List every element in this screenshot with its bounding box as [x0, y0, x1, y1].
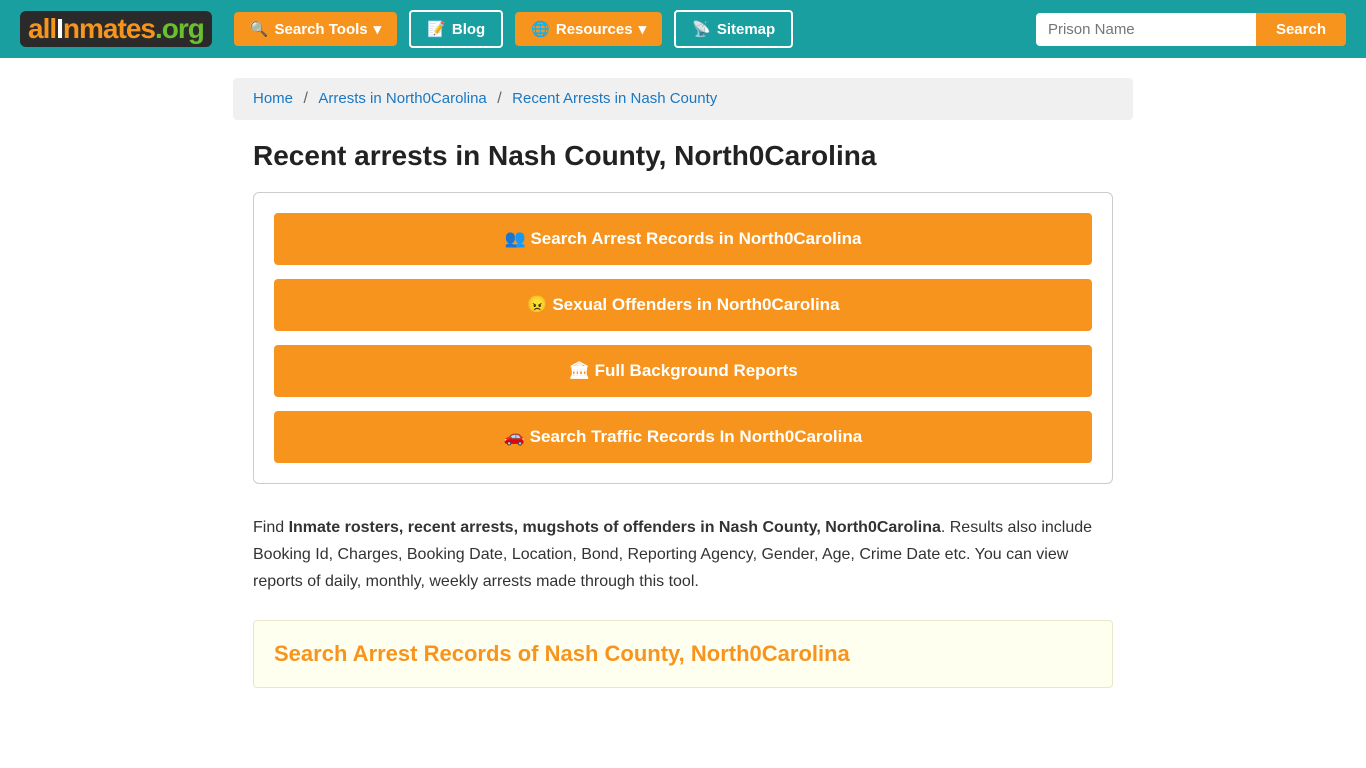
breadcrumb-current: Recent Arrests in Nash County [512, 90, 717, 107]
background-reports-button[interactable]: Full Background Reports [274, 345, 1092, 397]
blog-label: Blog [452, 21, 485, 38]
breadcrumb-home[interactable]: Home [253, 90, 293, 107]
background-reports-label: Full Background Reports [595, 361, 798, 380]
nav-search-tools[interactable]: Search Tools ▾ [234, 12, 397, 46]
site-logo[interactable]: allInmates.org [20, 11, 212, 47]
breadcrumb-sep-2: / [497, 90, 501, 107]
search-tools-dropdown-icon: ▾ [374, 20, 382, 38]
logo-text: allInmates.org [20, 11, 212, 47]
sex-offenders-label: Sexual Offenders in North0Carolina [552, 295, 839, 314]
bg-icon [568, 361, 594, 380]
nav-blog[interactable]: Blog [409, 10, 503, 48]
description-bold: Inmate rosters, recent arrests, mugshots… [289, 519, 941, 536]
prison-search-button[interactable]: Search [1256, 13, 1346, 46]
sex-offenders-button[interactable]: Sexual Offenders in North0Carolina [274, 279, 1092, 331]
arrest-records-label: Search Arrest Records in North0Carolina [530, 229, 861, 248]
search-section-title: Search Arrest Records of Nash County, No… [274, 641, 1092, 667]
sitemap-icon [692, 20, 711, 38]
car-icon [504, 427, 530, 446]
traffic-records-label: Search Traffic Records In North0Carolina [530, 427, 863, 446]
prison-search-label: Search [1276, 21, 1326, 38]
breadcrumb: Home / Arrests in North0Carolina / Recen… [233, 78, 1133, 120]
breadcrumb-nc[interactable]: Arrests in North0Carolina [318, 90, 486, 107]
breadcrumb-sep-1: / [303, 90, 307, 107]
resources-dropdown-icon: ▾ [639, 20, 647, 38]
action-buttons-card: Search Arrest Records in North0Carolina … [253, 192, 1113, 484]
description-intro: Find [253, 519, 289, 536]
search-section: Search Arrest Records of Nash County, No… [253, 620, 1113, 688]
site-header: allInmates.org Search Tools ▾ Blog Resou… [0, 0, 1366, 58]
resources-label: Resources [556, 21, 633, 38]
description-text: Find Inmate rosters, recent arrests, mug… [253, 514, 1113, 596]
blog-icon [427, 20, 446, 38]
sitemap-label: Sitemap [717, 21, 775, 38]
arrest-records-button[interactable]: Search Arrest Records in North0Carolina [274, 213, 1092, 265]
nav-resources[interactable]: Resources ▾ [515, 12, 662, 46]
search-tools-label: Search Tools [275, 21, 368, 38]
prison-search-bar: Search [1036, 13, 1346, 46]
offender-icon [526, 295, 552, 314]
main-content: Recent arrests in Nash County, North0Car… [233, 140, 1133, 728]
traffic-records-button[interactable]: Search Traffic Records In North0Carolina [274, 411, 1092, 463]
prison-name-input[interactable] [1036, 13, 1256, 46]
search-tools-icon [250, 20, 269, 38]
resources-icon [531, 20, 550, 38]
page-title: Recent arrests in Nash County, North0Car… [253, 140, 1113, 172]
users-icon [505, 229, 531, 248]
nav-sitemap[interactable]: Sitemap [674, 10, 793, 48]
